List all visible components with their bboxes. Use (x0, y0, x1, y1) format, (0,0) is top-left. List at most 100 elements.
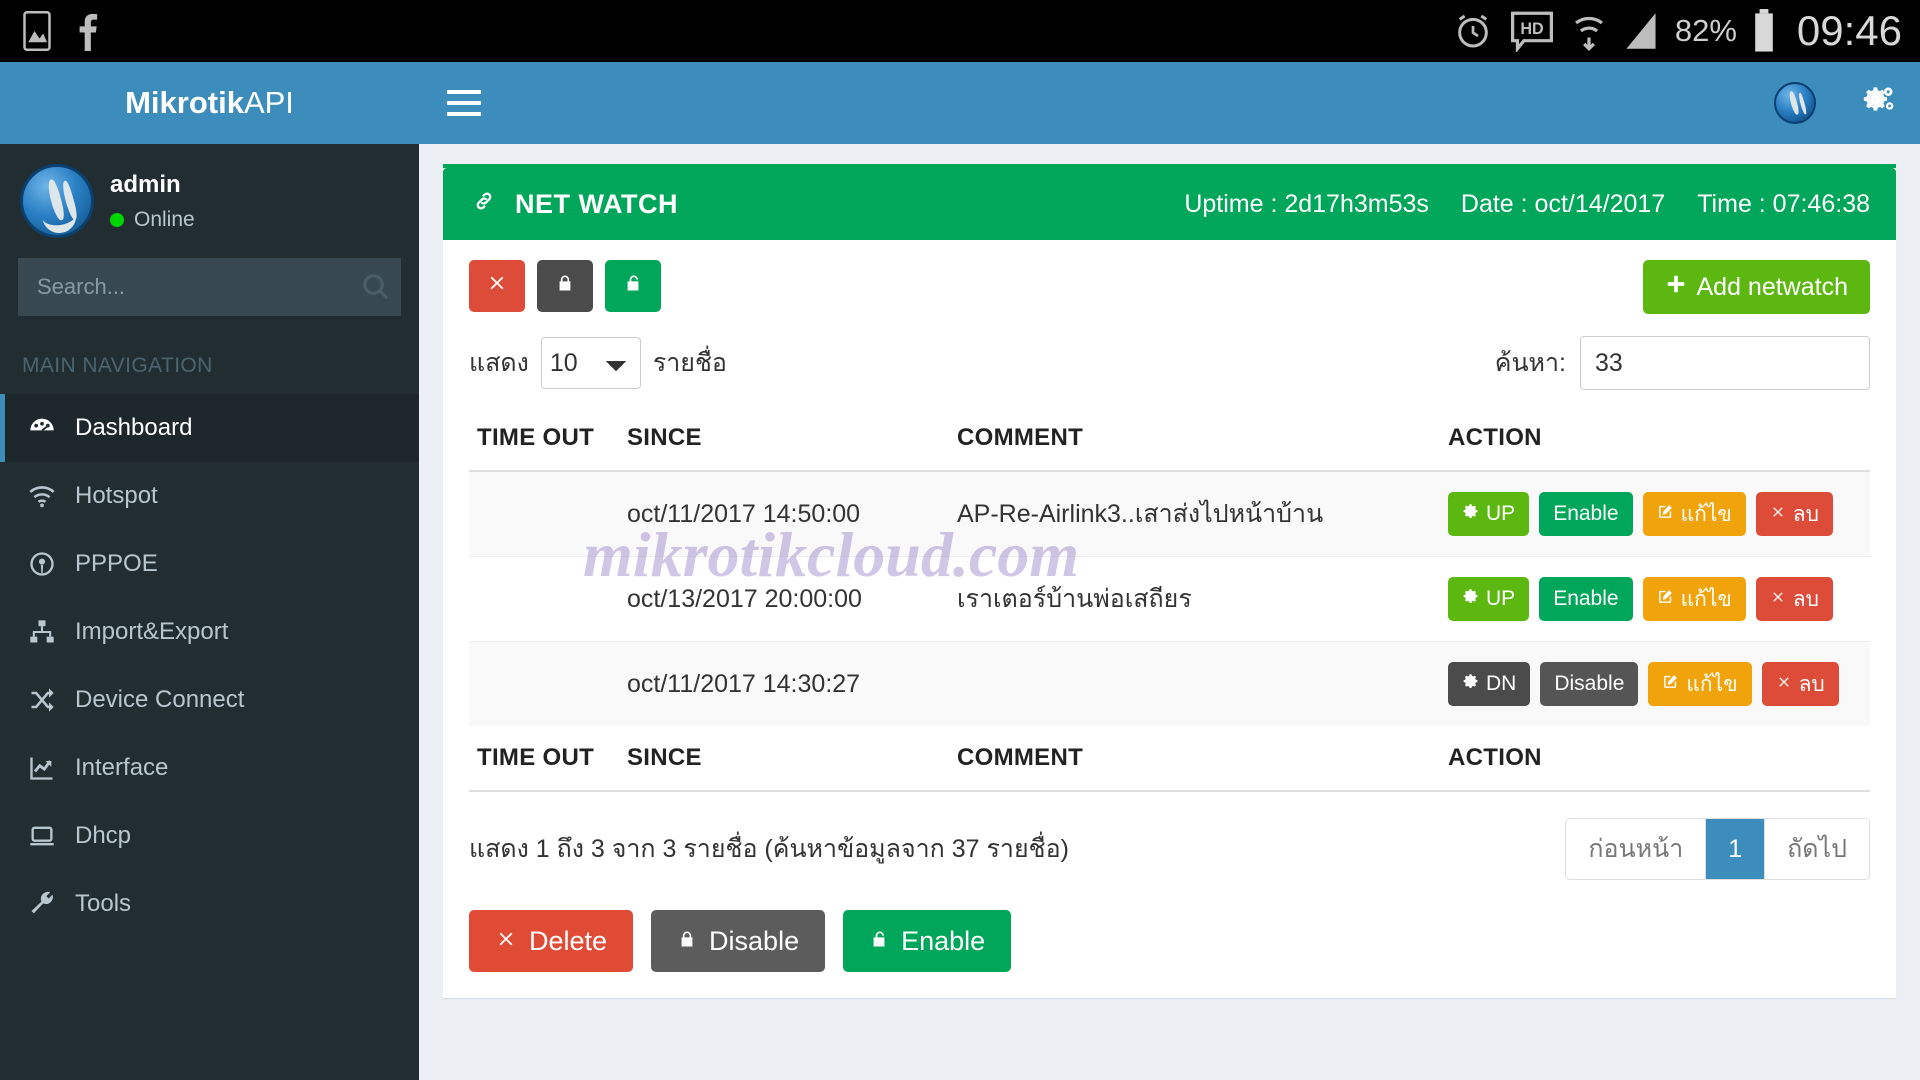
pagination-prev[interactable]: ก่อนหน้า (1566, 819, 1707, 879)
gear-icon (1462, 672, 1479, 696)
user-avatar[interactable] (1774, 82, 1816, 124)
lock-icon (677, 926, 697, 957)
column-header-timeout[interactable]: TIME OUT (469, 406, 619, 472)
add-netwatch-label: Add netwatch (1696, 272, 1849, 301)
search-icon[interactable] (359, 271, 393, 305)
column-footer-comment: COMMENT (949, 726, 1440, 792)
gear-icon (1462, 502, 1479, 526)
times-icon (1770, 502, 1786, 526)
edit-label: แก้ไข (1680, 587, 1732, 611)
cell-timeout (469, 556, 619, 642)
netwatch-table: TIME OUT SINCE COMMENT ACTION oct/11/201… (469, 406, 1870, 792)
table-row[interactable]: oct/11/2017 14:30:27 DN Disable แก้ไข ลบ (469, 641, 1870, 726)
panel-body: mikrotikcloud.com Add netwatch แสดง 10 ร… (443, 240, 1896, 998)
sitemap-icon (27, 618, 57, 646)
column-header-action[interactable]: ACTION (1440, 406, 1870, 472)
row-actions: DN Disable แก้ไข ลบ (1448, 662, 1862, 706)
panel-title: NET WATCH (469, 186, 678, 223)
cell-action: DN Disable แก้ไข ลบ (1440, 641, 1870, 726)
delete-label: ลบ (1798, 672, 1825, 696)
pagination-page-1[interactable]: 1 (1706, 819, 1766, 879)
column-header-comment[interactable]: COMMENT (949, 406, 1440, 472)
panel-title-text: NET WATCH (515, 188, 678, 219)
wifi-icon (27, 482, 57, 510)
search-input[interactable] (18, 258, 401, 316)
status-up-button[interactable]: UP (1448, 577, 1530, 621)
toggle-disable-button[interactable]: Disable (1540, 662, 1639, 706)
user-name: admin (110, 170, 181, 198)
filter-input[interactable] (1580, 336, 1870, 390)
cell-since: oct/13/2017 20:00:00 (619, 556, 949, 642)
battery-percent: 82% (1674, 13, 1737, 48)
cell-action: UP Enable แก้ไข ลบ (1440, 556, 1870, 642)
edit-label: แก้ไข (1686, 672, 1738, 696)
toggle-enable-button[interactable]: Enable (1539, 492, 1633, 536)
column-footer-timeout: TIME OUT (469, 726, 619, 792)
page-length-select[interactable]: 10 25 50 100 (540, 337, 641, 389)
facebook-icon (74, 11, 100, 51)
wrench-icon (27, 890, 57, 918)
dashboard-icon (27, 414, 57, 442)
delete-button[interactable]: ลบ (1761, 662, 1839, 706)
delete-button[interactable]: ลบ (1755, 577, 1833, 621)
netwatch-panel: NET WATCH Uptime : 2d17h3m53s Date : oct… (443, 164, 1896, 998)
cell-timeout (469, 641, 619, 726)
sidebar-item-dhcp[interactable]: Dhcp (0, 802, 419, 870)
bulk-enable-button[interactable]: Enable (843, 910, 1012, 972)
toggle-enable-button[interactable]: Enable (1539, 577, 1633, 621)
bulk-delete-square-button[interactable] (469, 260, 525, 312)
plus-icon (1665, 273, 1687, 302)
sidebar: MikrotikAPI admin Online MAIN NAVIGATION (0, 62, 419, 1080)
battery-icon (1753, 9, 1775, 53)
brand-logo-light: API (243, 85, 294, 120)
gears-icon[interactable] (1862, 84, 1896, 123)
row-actions: UP Enable แก้ไข ลบ (1448, 577, 1862, 621)
bulk-enable-square-button[interactable] (605, 260, 661, 312)
pagination-next[interactable]: ถัดไป (1765, 819, 1869, 879)
table-row[interactable]: oct/11/2017 14:50:00 AP-Re-Airlink3..เสา… (469, 470, 1870, 557)
user-status-label: Online (134, 207, 195, 231)
column-footer-since: SINCE (619, 726, 949, 792)
add-netwatch-button[interactable]: Add netwatch (1642, 260, 1870, 314)
hd-icon: HD (1509, 10, 1555, 52)
bulk-disable-button[interactable]: Disable (651, 910, 826, 972)
status-dn-button[interactable]: DN (1448, 662, 1531, 706)
edit-button[interactable]: แก้ไข (1642, 492, 1746, 536)
menu-icon[interactable] (447, 90, 481, 116)
gallery-icon (22, 11, 52, 51)
sidebar-item-dashboard[interactable]: Dashboard (0, 394, 419, 462)
column-header-since[interactable]: SINCE (619, 406, 949, 472)
cell-comment (949, 641, 1440, 726)
sidebar-item-label: Device Connect (75, 686, 245, 713)
bulk-actions: Delete Disable Enable (469, 910, 1870, 972)
pagination: ก่อนหน้า 1 ถัดไป (1565, 818, 1870, 880)
sidebar-item-hotspot[interactable]: Hotspot (0, 462, 419, 530)
avatar (20, 164, 94, 238)
user-panel: admin Online (0, 144, 419, 258)
navbar-right (1774, 82, 1896, 124)
bulk-disable-square-button[interactable] (537, 260, 593, 312)
cell-comment: AP-Re-Airlink3..เสาส่งไปหน้าบ้าน (949, 470, 1440, 557)
uptime-label: Uptime : 2d17h3m53s (1184, 189, 1429, 218)
bulk-delete-button[interactable]: Delete (469, 910, 634, 972)
brand-logo[interactable]: Mikrotik API (0, 62, 419, 144)
edit-button[interactable]: แก้ไข (1648, 662, 1752, 706)
delete-button[interactable]: ลบ (1755, 492, 1833, 536)
user-info: admin Online (110, 171, 195, 232)
link-icon (469, 186, 499, 223)
sidebar-item-tools[interactable]: Tools (0, 870, 419, 938)
main-content: NET WATCH Uptime : 2d17h3m53s Date : oct… (419, 144, 1920, 1080)
online-dot-icon (110, 212, 124, 227)
status-clock: 09:46 (1796, 7, 1902, 54)
bulk-enable-label: Enable (901, 925, 986, 956)
sidebar-item-interface[interactable]: Interface (0, 734, 419, 802)
table-footer-row: TIME OUT SINCE COMMENT ACTION (469, 726, 1870, 792)
status-up-button[interactable]: UP (1448, 492, 1530, 536)
sidebar-item-pppoe[interactable]: PPPOE (0, 530, 419, 598)
sidebar-item-device-connect[interactable]: Device Connect (0, 666, 419, 734)
panel-header: NET WATCH Uptime : 2d17h3m53s Date : oct… (443, 168, 1896, 240)
table-row[interactable]: oct/13/2017 20:00:00 เราเตอร์บ้านพ่อเสถี… (469, 556, 1870, 642)
edit-button[interactable]: แก้ไข (1642, 577, 1746, 621)
sidebar-item-import-export[interactable]: Import&Export (0, 598, 419, 666)
times-icon (486, 272, 508, 301)
